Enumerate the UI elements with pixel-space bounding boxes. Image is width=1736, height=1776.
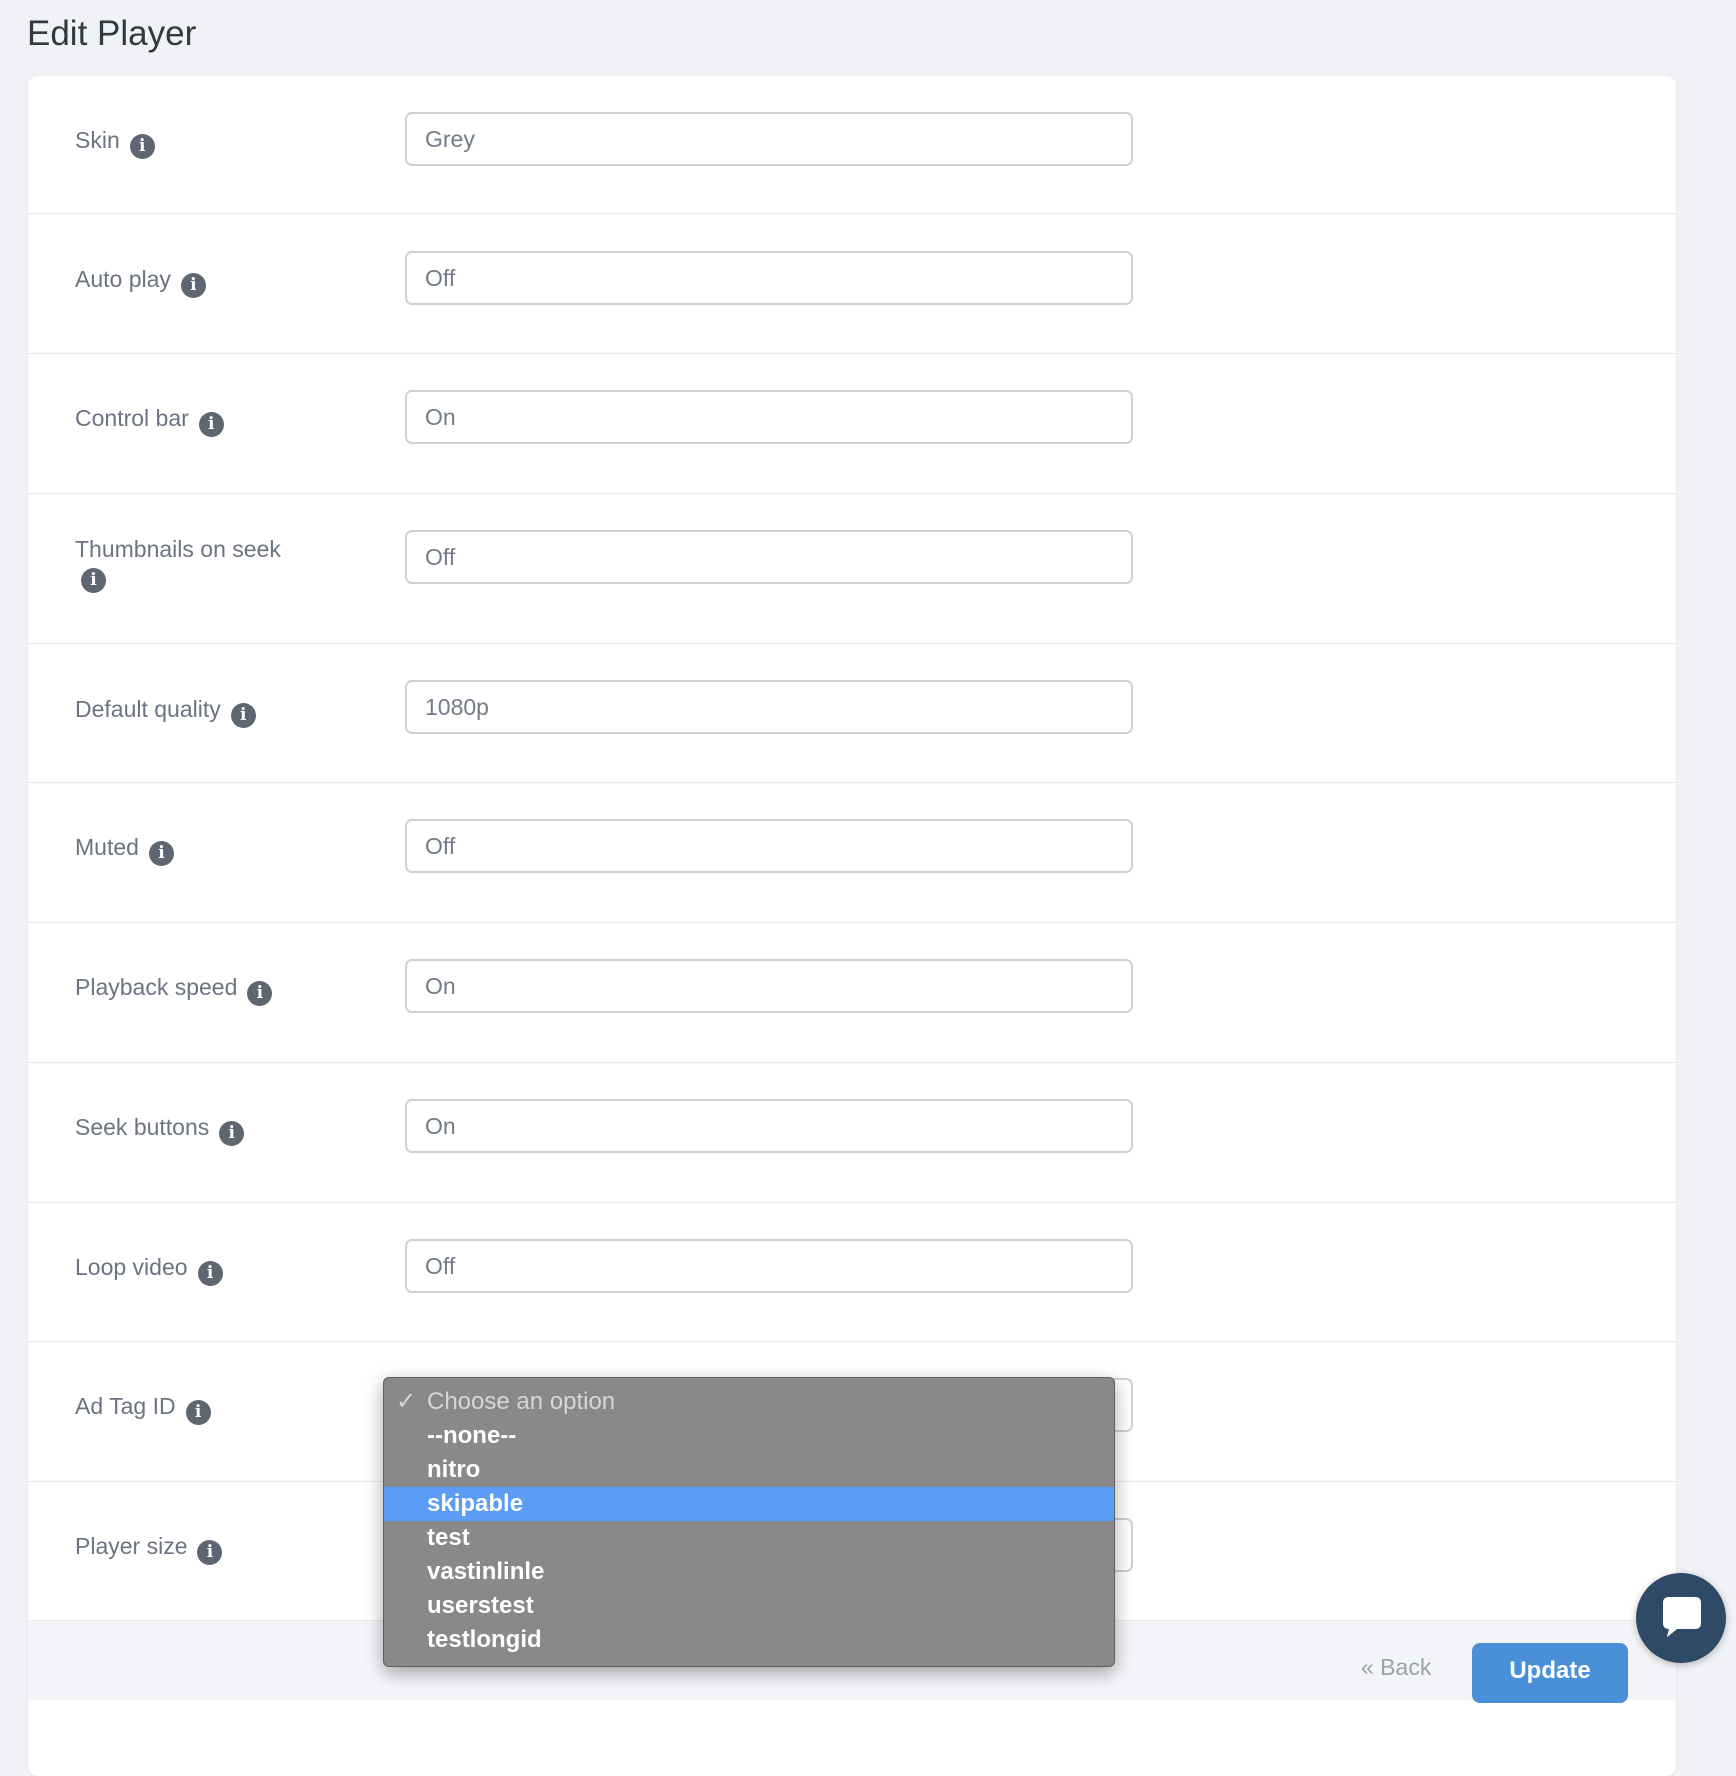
setting-label: Seek buttons i	[75, 1111, 375, 1146]
dropdown-option[interactable]: nitro	[384, 1453, 1114, 1487]
setting-label: Auto play i	[75, 263, 375, 298]
info-icon[interactable]: i	[81, 568, 106, 593]
control-bar-select[interactable]: On	[405, 390, 1133, 444]
setting-row-default-quality: Default quality i 1080p	[28, 644, 1676, 783]
setting-label: Playback speed i	[75, 971, 375, 1006]
setting-label-text: Default quality	[75, 696, 221, 722]
seek-buttons-select[interactable]: On	[405, 1099, 1133, 1153]
setting-label-text: Player size	[75, 1533, 188, 1559]
loop-video-select[interactable]: Off	[405, 1239, 1133, 1293]
setting-label: Muted i	[75, 831, 375, 866]
info-icon[interactable]: i	[180, 273, 206, 298]
chat-button[interactable]	[1636, 1573, 1726, 1663]
checkmark-icon: ✓	[396, 1388, 417, 1415]
info-icon[interactable]: i	[129, 134, 155, 159]
info-icon[interactable]: i	[219, 1121, 245, 1146]
ad-tag-dropdown-menu: ✓ Choose an option --none-- nitro skipabl…	[383, 1377, 1115, 1667]
setting-row-muted: Muted i Off	[28, 783, 1676, 923]
setting-row-skin: Skin i Grey	[28, 76, 1676, 214]
setting-label-text: Muted	[75, 834, 139, 860]
dropdown-option[interactable]: userstest	[384, 1589, 1114, 1623]
info-icon[interactable]: i	[197, 1261, 223, 1286]
setting-label-text: Skin	[75, 127, 120, 153]
update-button[interactable]: Update	[1472, 1643, 1628, 1703]
setting-label: Skin i	[75, 124, 375, 159]
setting-label-text: Seek buttons	[75, 1114, 210, 1140]
info-icon[interactable]: i	[197, 1540, 223, 1565]
setting-label-text: Control bar	[75, 405, 189, 431]
thumbnails-on-seek-select[interactable]: Off	[405, 530, 1133, 584]
setting-label: Loop video i	[75, 1251, 375, 1286]
setting-label-text: Auto play	[75, 266, 171, 292]
setting-row-playback-speed: Playback speed i On	[28, 923, 1676, 1063]
info-icon[interactable]: i	[185, 1400, 211, 1425]
page-title: Edit Player	[27, 14, 197, 53]
default-quality-select[interactable]: 1080p	[405, 680, 1133, 734]
dropdown-option[interactable]: testlongid	[384, 1623, 1114, 1657]
dropdown-option-placeholder[interactable]: ✓ Choose an option	[384, 1385, 1114, 1419]
info-icon[interactable]: i	[247, 981, 273, 1006]
muted-select[interactable]: Off	[405, 819, 1133, 873]
setting-label: Thumbnails on seek i	[75, 533, 375, 593]
setting-label-text: Loop video	[75, 1254, 188, 1280]
setting-label-text: Thumbnails on seek	[75, 536, 281, 562]
setting-row-thumbnails-on-seek: Thumbnails on seek i Off	[28, 494, 1676, 644]
chat-icon	[1663, 1597, 1701, 1637]
info-icon[interactable]: i	[148, 841, 174, 866]
setting-row-seek-buttons: Seek buttons i On	[28, 1063, 1676, 1203]
setting-label: Default quality i	[75, 693, 375, 728]
back-link[interactable]: « Back	[1361, 1654, 1431, 1681]
setting-label-text: Ad Tag ID	[75, 1393, 176, 1419]
setting-label-text: Playback speed	[75, 974, 238, 1000]
playback-speed-select[interactable]: On	[405, 959, 1133, 1013]
dropdown-option[interactable]: test	[384, 1521, 1114, 1555]
dropdown-option-highlighted[interactable]: skipable	[384, 1487, 1114, 1521]
dropdown-option[interactable]: vastinlinle	[384, 1555, 1114, 1589]
dropdown-option-label: Choose an option	[427, 1388, 616, 1415]
skin-select[interactable]: Grey	[405, 112, 1133, 166]
setting-label: Ad Tag ID i	[75, 1390, 375, 1425]
setting-label: Control bar i	[75, 402, 375, 437]
auto-play-select[interactable]: Off	[405, 251, 1133, 305]
info-icon[interactable]: i	[198, 412, 224, 437]
info-icon[interactable]: i	[230, 703, 256, 728]
dropdown-option[interactable]: --none--	[384, 1419, 1114, 1453]
setting-label: Player size i	[75, 1530, 375, 1565]
setting-row-control-bar: Control bar i On	[28, 354, 1676, 494]
setting-row-loop-video: Loop video i Off	[28, 1203, 1676, 1342]
setting-row-auto-play: Auto play i Off	[28, 214, 1676, 354]
